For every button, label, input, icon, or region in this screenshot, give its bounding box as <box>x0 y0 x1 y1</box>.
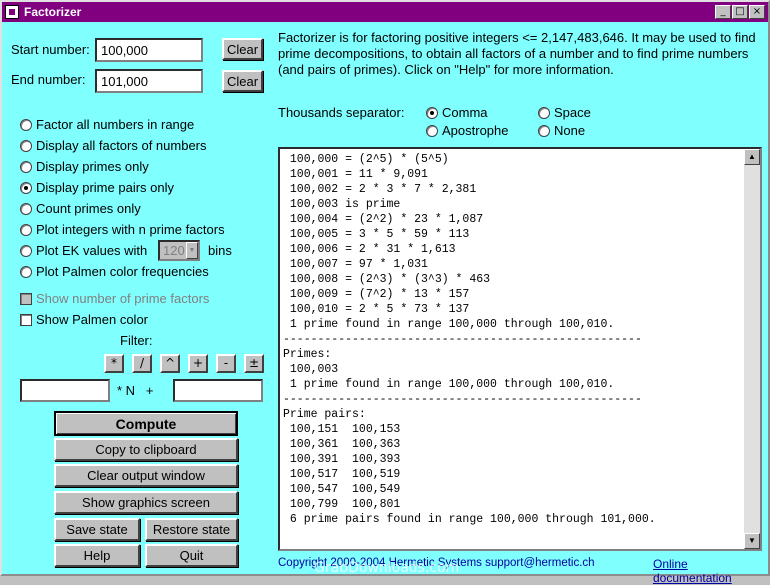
quit-button[interactable]: Quit <box>145 544 238 567</box>
output-line: 100,006 = 2 * 31 * 1,613 <box>283 243 456 256</box>
output-line: 100,517 100,519 <box>283 468 401 481</box>
mode-all-factors-radio[interactable]: Display all factors of numbers <box>20 138 207 153</box>
clear-output-button[interactable]: Clear output window <box>54 464 238 487</box>
watermark-text: GrabDownloads.com <box>314 560 460 576</box>
app-window: Factorizer _ □ × Start number: 100,000 C… <box>0 0 770 585</box>
output-line: 100,003 <box>283 363 339 376</box>
scroll-up-icon[interactable]: ▲ <box>744 149 760 165</box>
end-number-label: End number: <box>11 72 86 87</box>
checkbox-icon <box>20 313 32 326</box>
output-line: Primes: <box>283 348 332 361</box>
output-line: 100,151 100,153 <box>283 423 401 436</box>
mode-count-primes-radio[interactable]: Count primes only <box>20 201 141 216</box>
output-line: 100,003 is prime <box>283 198 401 211</box>
output-line: 1 prime found in range 100,000 through 1… <box>283 318 615 331</box>
mode-factor-all-radio[interactable]: Factor all numbers in range <box>20 117 194 132</box>
clear-end-button[interactable]: Clear <box>222 70 263 92</box>
output-line: Prime pairs: <box>283 408 366 421</box>
separator-comma-radio[interactable]: Comma <box>426 105 488 120</box>
mode-plot-ek-radio[interactable]: Plot EK values with <box>20 243 147 258</box>
output-line: 100,009 = (7^2) * 13 * 157 <box>283 288 470 301</box>
description-text: Factorizer is for factoring positive int… <box>278 30 756 77</box>
output-line: 100,007 = 97 * 1,031 <box>283 258 428 271</box>
mode-plot-palmen-radio[interactable]: Plot Palmen color frequencies <box>20 264 209 279</box>
window-title: Factorizer <box>24 5 82 19</box>
filter-multiply-button[interactable]: * <box>104 354 124 373</box>
show-palmen-color-checkbox[interactable]: Show Palmen color <box>20 312 148 327</box>
separator-space-radio[interactable]: Space <box>538 105 591 120</box>
mode-plot-prime-factors-radio[interactable]: Plot integers with n prime factors <box>20 222 225 237</box>
end-number-input[interactable]: 101,000 <box>95 69 203 93</box>
radio-selected-icon <box>426 106 438 119</box>
output-line: 100,391 100,393 <box>283 453 401 466</box>
radio-icon <box>20 223 32 236</box>
output-scrollbar[interactable]: ▲ ▼ <box>744 149 760 549</box>
filter-plus-button[interactable]: + <box>188 354 208 373</box>
separator-apostrophe-radio[interactable]: Apostrophe <box>426 123 509 138</box>
output-line: 100,004 = (2^2) * 23 * 1,087 <box>283 213 484 226</box>
radio-icon <box>20 265 32 278</box>
scroll-down-icon[interactable]: ▼ <box>744 533 760 549</box>
clear-start-button[interactable]: Clear <box>222 38 263 60</box>
filter-divide-button[interactable]: / <box>132 354 152 373</box>
radio-icon <box>20 244 32 257</box>
start-number-input[interactable]: 100,000 <box>95 38 203 62</box>
output-line: ----------------------------------------… <box>283 393 642 406</box>
start-number-label: Start number: <box>11 42 90 57</box>
radio-icon <box>20 139 32 152</box>
show-prime-factors-checkbox[interactable]: Show number of prime factors <box>20 291 209 306</box>
output-line: 100,799 100,801 <box>283 498 401 511</box>
close-button[interactable]: × <box>749 5 765 19</box>
output-line: 100,002 = 2 * 3 * 7 * 2,381 <box>283 183 477 196</box>
maximize-button[interactable]: □ <box>732 5 748 19</box>
filter-multiplier-input[interactable] <box>20 379 110 402</box>
title-bar[interactable]: Factorizer _ □ × <box>2 2 768 22</box>
output-line: 100,005 = 3 * 5 * 59 * 113 <box>283 228 470 241</box>
bins-label: bins <box>208 243 232 258</box>
compute-button[interactable]: Compute <box>54 411 238 436</box>
separator-none-radio[interactable]: None <box>538 123 585 138</box>
restore-state-button[interactable]: Restore state <box>145 518 238 541</box>
minimize-button[interactable]: _ <box>715 5 731 19</box>
radio-icon <box>20 118 32 131</box>
output-window[interactable]: 100,000 = (2^5) * (5^5) 100,001 = 11 * 9… <box>278 147 762 551</box>
filter-offset-input[interactable] <box>173 379 263 402</box>
output-line: 100,008 = (2^3) * (3^3) * 463 <box>283 273 491 286</box>
show-graphics-button[interactable]: Show graphics screen <box>54 491 238 514</box>
online-documentation-link[interactable]: Online documentation <box>653 557 768 585</box>
radio-selected-icon <box>20 181 32 194</box>
output-line: 100,000 = (2^5) * (5^5) <box>283 153 449 166</box>
mode-prime-pairs-radio[interactable]: Display prime pairs only <box>20 180 174 195</box>
radio-icon <box>538 106 550 119</box>
radio-icon <box>538 124 550 137</box>
output-line: 6 prime pairs found in range 100,000 thr… <box>283 513 656 526</box>
checkbox-icon <box>20 292 32 305</box>
output-line: 100,010 = 2 * 5 * 73 * 137 <box>283 303 470 316</box>
output-line: 1 prime found in range 100,000 through 1… <box>283 378 615 391</box>
filter-formula-label: * N + <box>117 383 154 398</box>
chevron-down-icon[interactable]: ▼ <box>186 242 198 259</box>
help-button[interactable]: Help <box>54 544 140 567</box>
mode-primes-only-radio[interactable]: Display primes only <box>20 159 149 174</box>
ek-bins-select[interactable]: 120 ▼ <box>158 240 200 261</box>
output-line: 100,547 100,549 <box>283 483 401 496</box>
app-icon <box>5 5 19 19</box>
filter-power-button[interactable]: ^ <box>160 354 180 373</box>
filter-plusminus-button[interactable]: ± <box>244 354 264 373</box>
output-text: 100,000 = (2^5) * (5^5) 100,001 = 11 * 9… <box>283 152 745 527</box>
filter-minus-button[interactable]: - <box>216 354 236 373</box>
filter-label: Filter: <box>120 333 153 348</box>
thousands-separator-label: Thousands separator: <box>278 105 405 120</box>
radio-icon <box>426 124 438 137</box>
output-line: 100,361 100,363 <box>283 438 401 451</box>
output-line: 100,001 = 11 * 9,091 <box>283 168 428 181</box>
copy-to-clipboard-button[interactable]: Copy to clipboard <box>54 438 238 461</box>
radio-icon <box>20 202 32 215</box>
save-state-button[interactable]: Save state <box>54 518 140 541</box>
output-line: ----------------------------------------… <box>283 333 642 346</box>
radio-icon <box>20 160 32 173</box>
